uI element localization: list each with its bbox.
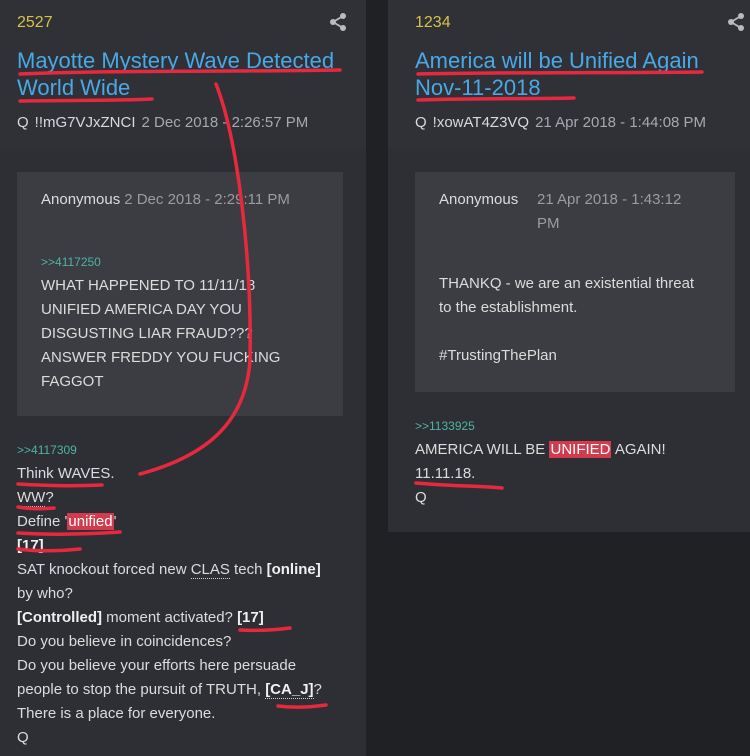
post-signature: Q [17, 729, 29, 746]
post-tripcode: !xowAT4Z3VQ [432, 114, 530, 131]
body-line: SAT knockout forced new CLAS tech [onlin… [17, 561, 321, 579]
quote-line: FAGGOT [41, 373, 104, 390]
body-line: Think WAVES. [17, 465, 115, 482]
post-meta: Q !!mG7VJxZNCI 2 Dec 2018 - 2:26:57 PM [17, 114, 308, 131]
post-title-line2[interactable]: Nov-11-2018 [415, 74, 745, 101]
body-line: [Controlled] moment activated? [17] [17, 609, 264, 626]
left-post-header: 2527 Mayotte Mystery Wave Detected World… [0, 0, 366, 148]
body-line: Do you believe in coincidences? [17, 633, 232, 650]
post-title[interactable]: Mayotte Mystery Wave Detected World Wide [17, 47, 357, 101]
post-body: >>1133925 AMERICA WILL BE UNIFIED AGAIN!… [415, 414, 745, 510]
quote-line: DISGUSTING LIAR FRAUD??? [41, 325, 253, 342]
left-post: 2527 Mayotte Mystery Wave Detected World… [0, 0, 366, 756]
body-line: 11.11.18. [415, 465, 476, 482]
post-author: Q [415, 114, 427, 131]
quote-body: >>4117250 WHAT HAPPENED TO 11/11/18 UNIF… [41, 250, 341, 394]
right-post: 1234 America will be Unified Again Nov-1… [388, 0, 750, 532]
post-number: 1234 [415, 14, 451, 31]
share-icon[interactable] [328, 12, 348, 32]
quote-line: ANSWER FREDDY YOU FUCKING [41, 349, 281, 366]
body-line: people to stop the pursuit of TRUTH, [CA… [17, 681, 322, 699]
quote-hashtag: #TrustingThePlan [439, 347, 557, 364]
body-line: Define 'unified' [17, 513, 117, 530]
quoted-post: Anonymous 2 Dec 2018 - 2:29:11 PM >>41172… [17, 172, 343, 416]
quote-line: UNIFIED AMERICA DAY YOU [41, 301, 242, 318]
share-icon[interactable] [726, 12, 746, 32]
reply-link[interactable]: >>1133925 [415, 414, 745, 438]
post-title-line2[interactable]: World Wide [17, 74, 357, 101]
post-title-line1[interactable]: America will be Unified Again [415, 47, 745, 74]
quoted-post: Anonymous 21 Apr 2018 - 1:43:12 PM THANKQ… [415, 172, 735, 392]
post-meta: Q !xowAT4Z3VQ 21 Apr 2018 - 1:44:08 PM [415, 114, 706, 131]
quote-body: THANKQ - we are an existential threat to… [439, 272, 729, 368]
quote-author-line: Anonymous 2 Dec 2018 - 2:29:11 PM [41, 188, 290, 212]
post-datetime: 2 Dec 2018 - 2:26:57 PM [141, 114, 309, 131]
quote-line: to the establishment. [439, 299, 578, 316]
body-line: by who? [17, 585, 73, 602]
right-post-header: 1234 America will be Unified Again Nov-1… [388, 0, 750, 148]
reply-link[interactable]: >>4117309 [17, 438, 362, 462]
quote-reply-link[interactable]: >>4117250 [41, 250, 341, 274]
post-author: Q [17, 114, 29, 131]
highlight: unified [67, 513, 114, 530]
body-line: There is a place for everyone. [17, 705, 216, 722]
post-number: 2527 [17, 14, 53, 31]
body-line: AMERICA WILL BE UNIFIED AGAIN! [415, 441, 666, 458]
quote-datetime: 21 Apr 2018 - 1:43:12 PM [537, 191, 682, 232]
post-title-line1[interactable]: Mayotte Mystery Wave Detected [17, 47, 357, 74]
quote-author: Anonymous [439, 191, 519, 208]
highlight: UNIFIED [549, 441, 612, 458]
post-body: >>4117309 Think WAVES. WW? Define 'unifi… [17, 438, 362, 750]
body-line: Do you believe your efforts here persuad… [17, 657, 297, 674]
body-line: WW? [17, 489, 54, 507]
quote-author-line: Anonymous 21 Apr 2018 - 1:43:12 PM [439, 188, 681, 232]
body-line: [17] [17, 537, 44, 554]
post-datetime: 21 Apr 2018 - 1:44:08 PM [535, 114, 707, 131]
post-tripcode: !!mG7VJxZNCI [34, 114, 136, 131]
post-title[interactable]: America will be Unified Again Nov-11-201… [415, 47, 745, 101]
quote-line: WHAT HAPPENED TO 11/11/18 [41, 277, 256, 294]
post-signature: Q [415, 489, 427, 506]
quote-author: Anonymous [41, 191, 121, 208]
quote-line: THANKQ - we are an existential threat [439, 275, 695, 292]
quote-datetime: 2 Dec 2018 - 2:29:11 PM [124, 191, 290, 208]
